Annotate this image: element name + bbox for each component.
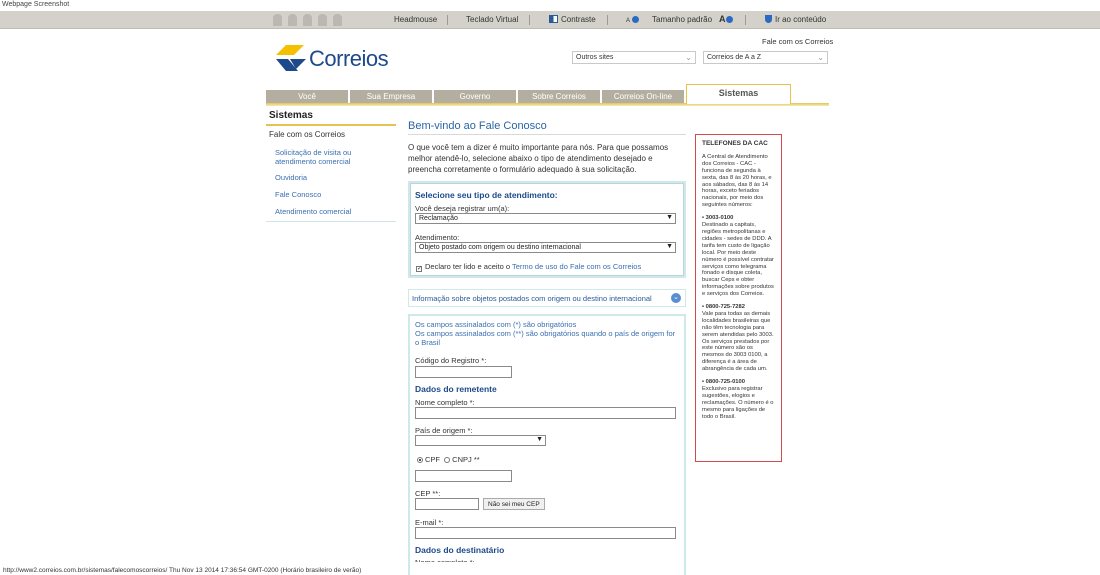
- termo-uso-link[interactable]: Termo de uso do Fale com os Correios: [512, 262, 641, 271]
- divider: [607, 15, 608, 25]
- page-url-footer: http://www2.correios.com.br/sistemas/fal…: [3, 567, 362, 574]
- caret-down-icon: ▼: [666, 214, 673, 221]
- required-note-1: Os campos assinalados com (*) são obriga…: [415, 320, 577, 329]
- nome-destinatario-label: Nome completo *:: [415, 558, 475, 562]
- tab-sistemas[interactable]: Sistemas: [686, 84, 791, 104]
- pais-label: País de origem *:: [415, 426, 473, 435]
- sidebar-item-ouvidoria[interactable]: Ouvidoria: [275, 173, 307, 182]
- fale-com-correios-link[interactable]: Fale com os Correios: [762, 37, 833, 46]
- contraste-label: Contraste: [561, 15, 596, 24]
- info-item: • 0800-725-0100 Exclusivo para registrar …: [702, 379, 774, 420]
- font-decrease-button[interactable]: A: [626, 15, 640, 24]
- cep-input[interactable]: [415, 498, 479, 510]
- minus-icon: [632, 16, 640, 23]
- info-item: • 0800-725-7282 Vale para todas as demais…: [702, 304, 774, 373]
- registrar-select[interactable]: Reclamação ▼: [415, 213, 676, 224]
- declaro-checkbox[interactable]: ✓: [416, 266, 422, 272]
- tab-governo[interactable]: Governo: [434, 90, 516, 103]
- accessibility-people-icon: [273, 14, 353, 27]
- chevron-down-icon: ⌄: [817, 53, 824, 62]
- tab-voce[interactable]: Você: [266, 90, 348, 103]
- divider: [266, 221, 396, 222]
- plus-icon: [725, 16, 733, 23]
- tab-sobre-correios[interactable]: Sobre Correios: [518, 90, 600, 103]
- email-input[interactable]: [415, 527, 676, 539]
- required-note-2: Os campos assinalados com (**) são obrig…: [415, 329, 676, 347]
- registrar-label: Você deseja registrar um(a):: [415, 204, 510, 213]
- nome-completo-input[interactable]: [415, 407, 676, 419]
- chevron-down-icon: ⌄: [671, 293, 681, 303]
- shield-icon: [765, 15, 772, 23]
- sidebar-item-atendimento-comercial[interactable]: Atendimento comercial: [275, 207, 351, 216]
- destinatario-title: Dados do destinatário: [415, 545, 505, 555]
- nao-sei-cep-button[interactable]: Não sei meu CEP: [483, 498, 545, 510]
- teclado-virtual-link[interactable]: Teclado Virtual: [466, 15, 518, 24]
- divider: [529, 15, 530, 25]
- declaro-row: ✓ Declaro ter lido e aceito o Termo de us…: [416, 262, 642, 272]
- sidebar-item-fale-com-correios[interactable]: Fale com os Correios: [269, 130, 345, 139]
- remetente-title: Dados do remetente: [415, 384, 497, 394]
- codigo-registro-input[interactable]: [415, 366, 512, 378]
- pais-origem-select[interactable]: ▼: [415, 435, 546, 446]
- chevron-down-icon: ⌄: [685, 53, 692, 62]
- sidebar-item-fale-conosco[interactable]: Fale Conosco: [275, 190, 321, 199]
- email-label: E-mail *:: [415, 518, 444, 527]
- contraste-link[interactable]: Contraste: [549, 15, 596, 24]
- headmouse-link[interactable]: Headmouse: [394, 15, 437, 24]
- sidebar-item-solicitacao-visita[interactable]: Solicitação de visita ou atendimento com…: [275, 148, 370, 166]
- tipo-atendimento-title: Selecione seu tipo de atendimento:: [415, 190, 558, 200]
- atendimento-select[interactable]: Objeto postado com origem ou destino int…: [415, 242, 676, 253]
- caret-down-icon: ▼: [666, 243, 673, 250]
- contrast-icon: [549, 15, 558, 23]
- info-title: TELEFONES DA CAC: [702, 140, 768, 147]
- ir-ao-conteudo-link[interactable]: Ir ao conteúdo: [765, 15, 826, 24]
- nome-label: Nome completo *:: [415, 398, 475, 407]
- tab-sua-empresa[interactable]: Sua Empresa: [350, 90, 432, 103]
- tipo-documento-radios: CPF CNPJ **: [417, 455, 480, 464]
- correios-a-z-select[interactable]: Correios de A a Z ⌄: [703, 51, 828, 64]
- intro-text: O que você tem a dizer é muito important…: [408, 143, 669, 174]
- divider: [266, 124, 396, 126]
- cep-label: CEP **:: [415, 489, 441, 498]
- tamanho-padrao-link[interactable]: Tamanho padrão: [652, 15, 712, 24]
- info-internacional-accordion[interactable]: Informação sobre objetos postados com or…: [408, 289, 686, 307]
- font-increase-button[interactable]: A: [719, 14, 733, 24]
- divider: [408, 134, 686, 135]
- info-item: • 3003-0100 Destinado a capitais, regiões…: [702, 215, 774, 298]
- logo-wordmark: Correios: [309, 46, 389, 71]
- codigo-label: Código do Registro *:: [415, 356, 487, 365]
- outros-sites-select[interactable]: Outros sites ⌄: [572, 51, 696, 64]
- page-title: Bem-vindo ao Fale Conosco: [408, 120, 547, 132]
- info-intro: A Central de Atendimento dos Correios - …: [702, 153, 772, 209]
- divider: [745, 15, 746, 25]
- telefones-cac-box: TELEFONES DA CAC A Central de Atendiment…: [695, 134, 782, 462]
- screenshot-label: Webpage Screenshot: [2, 1, 70, 8]
- cpf-input[interactable]: [415, 470, 512, 482]
- tab-correios-online[interactable]: Correios On-line: [602, 90, 684, 103]
- cnpj-radio[interactable]: [444, 457, 451, 463]
- atendimento-label: Atendimento:: [415, 233, 460, 242]
- sidebar-title: Sistemas: [269, 110, 313, 121]
- caret-down-icon: ▼: [536, 436, 543, 443]
- cpf-radio[interactable]: [417, 457, 423, 463]
- divider: [447, 15, 448, 25]
- correios-logo[interactable]: Correios: [276, 45, 396, 75]
- correios-logo-icon: [276, 45, 306, 71]
